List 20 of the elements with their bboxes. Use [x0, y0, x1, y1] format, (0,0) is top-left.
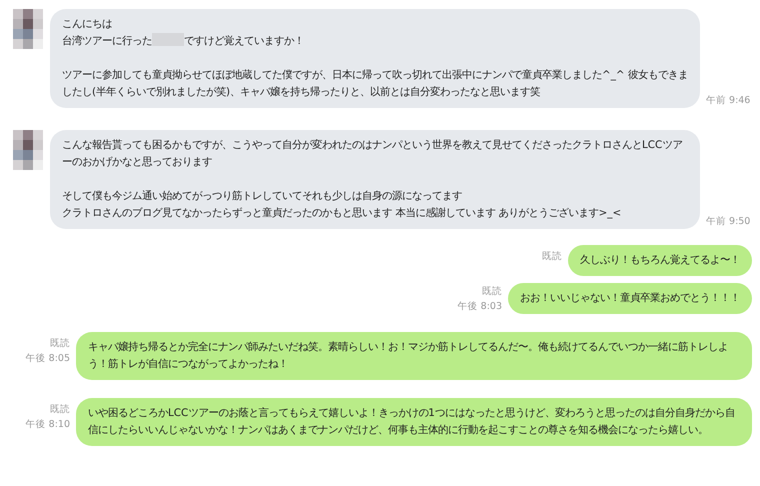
message-text: そして僕も今ジム通い始めてがっつり筋トレしていてそれも少しは自身の源になってます [62, 190, 462, 202]
message-text: おお！いいじゃない！童貞卒業おめでとう！！！ [520, 292, 740, 304]
message-text: キャバ嬢持ち帰るとか完全にナンパ師みたいだね笑。素晴らしい！お！マジか筋トレしてるんだ〜。俺も続けてるんでいつか一緒に筋トレしよう！筋トレが自信につながってよかったね！ [88, 341, 728, 370]
timestamp: 午前 9:50 [706, 215, 750, 229]
timestamp: 午後 8:05 [26, 352, 70, 366]
read-receipt: 既読 [50, 403, 70, 417]
message-text: ツアーに参加しても童貞拗らせてほぼ地蔵してた僕ですが、日本に帰って吹っ切れて出張中にナンパで童貞卒業しました^_^ 彼女もできましたし(半年くらいで別れましたが笑)、キャバ嬢を持ち帰ったりと、以前とは自分変わったなと思います笑 [62, 69, 688, 98]
timestamp: 午後 8:10 [26, 418, 70, 432]
message-text: こんにちは [62, 18, 112, 30]
read-receipt: 既読 [542, 250, 562, 264]
message-text: いや困るどころかLCCツアーのお蔭と言ってもらえて嬉しいよ！きっかけの1つにはなったと思うけど、変わろうと思ったのは自分自身だから自信にしたらいいんじゃないかな！ナンパはあくまでナンパだけど、何事も主体的に行動を起こすことの尊さを知る機会になったら嬉しい。 [88, 407, 735, 436]
message-text: 久しぶり！もちろん覚えてるよ〜！ [580, 254, 740, 266]
timestamp: 午前 9:46 [706, 94, 750, 108]
timestamp: 午後 8:03 [458, 300, 502, 314]
message-text: ですけど覚えていますか！ [184, 35, 304, 47]
read-receipt: 既読 [482, 285, 502, 299]
read-receipt: 既読 [50, 337, 70, 351]
message-text: クラトロさんのブログ見てなかったらずっと童貞だったのかもと思います 本当に感謝しています ありがとうございます>_< [62, 207, 622, 219]
message-text: 台湾ツアーに行った [62, 35, 152, 47]
message-text: こんな報告貰っても困るかもですが、こうやって自分が変われたのはナンパという世界を教えて見せてくださったクラトロさんとLCCツアーのおかげかなと思っております [62, 139, 682, 168]
